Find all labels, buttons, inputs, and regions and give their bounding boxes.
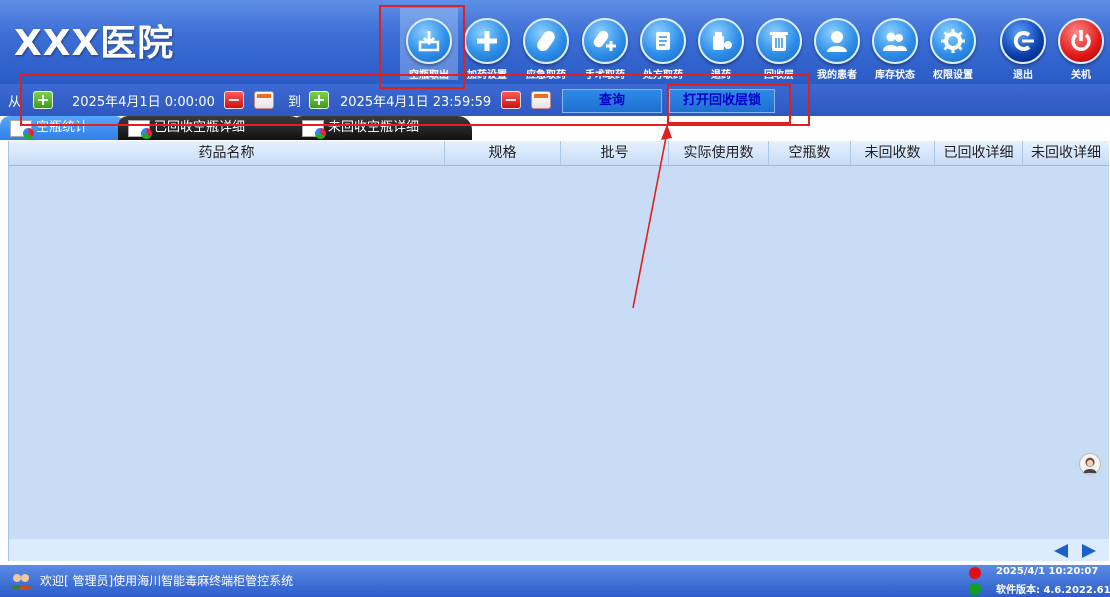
toolbar-empty-bottle-out-button[interactable]: 空瓶取出 (400, 8, 458, 81)
tab-label: 未回收空瓶详细 (328, 120, 420, 135)
triangle-right-icon (1082, 544, 1096, 558)
plus-icon (464, 18, 510, 64)
toolbar-label: 加药设置 (467, 70, 507, 81)
tab-bar: 空瓶统计 已回收空瓶详细 未回收空瓶详细 (0, 116, 1110, 140)
toolbar-label: 库存状态 (875, 70, 915, 81)
open-recycle-lock-button[interactable]: 打开回收层锁 (669, 89, 775, 113)
toolbar-label: 关机 (1071, 70, 1091, 81)
triangle-left-icon (1054, 544, 1068, 558)
toolbar-prescription-button[interactable]: 处方取药 (634, 8, 692, 81)
pill-icon (523, 18, 569, 64)
start-calendar-button[interactable] (254, 91, 274, 109)
toolbar-add-drug-button[interactable]: 加药设置 (458, 8, 516, 81)
start-datetime-field[interactable]: 2025年4月1日 0:00:00 (72, 91, 215, 110)
logout-icon (1000, 18, 1046, 64)
column-header-empty-count[interactable]: 空瓶数 (769, 141, 851, 165)
column-header-spec[interactable]: 规格 (445, 141, 561, 165)
end-decrement-button[interactable]: − (501, 90, 521, 109)
toolbar-label: 退出 (1013, 70, 1033, 81)
table-chart-icon (302, 120, 326, 139)
welcome-message: 欢迎[ 管理员]使用海川智能毒麻终端柜管控系统 (40, 574, 294, 588)
software-version: 软件版本: 4.6.2022.613 (996, 585, 1110, 596)
toolbar-permission-button[interactable]: 权限设置 (924, 8, 982, 81)
tab-recycled-details[interactable]: 已回收空瓶详细 (118, 116, 304, 140)
scroll-left-button[interactable] (1050, 542, 1072, 560)
toolbar-shutdown-button[interactable]: 关机 (1052, 8, 1110, 81)
toolbar-logout-button[interactable]: 退出 (994, 8, 1052, 81)
tray-download-icon (406, 18, 452, 64)
toolbar-my-patients-button[interactable]: 我的患者 (808, 8, 866, 81)
end-calendar-button[interactable] (531, 91, 551, 109)
hospital-title: XXX医院 (14, 23, 175, 64)
minus-icon: − (227, 90, 241, 109)
column-header-actual-use[interactable]: 实际使用数 (669, 141, 769, 165)
green-status-indicator-icon (969, 583, 981, 595)
end-increment-button[interactable]: + (309, 90, 329, 109)
users-icon (872, 18, 918, 64)
calendar-icon (534, 94, 548, 98)
assistant-avatar[interactable] (1079, 453, 1101, 475)
tab-label: 空瓶统计 (36, 120, 89, 135)
toolbar-return-drug-button[interactable]: 退药 (692, 8, 750, 81)
red-status-indicator-icon (969, 567, 981, 579)
annotation-arrow (632, 124, 672, 309)
data-grid: 药品名称 规格 批号 实际使用数 空瓶数 未回收数 已回收详细 未回收详细 (8, 141, 1109, 561)
start-increment-button[interactable]: + (33, 90, 53, 109)
toolbar-label: 手术取药 (585, 70, 625, 81)
column-header-unrecycled-detail[interactable]: 未回收详细 (1023, 141, 1109, 165)
status-datetime: 2025/4/1 10:20:07 (996, 566, 1099, 577)
calendar-icon (257, 94, 271, 98)
tab-empty-bottle-stats[interactable]: 空瓶统计 (0, 116, 128, 140)
power-icon (1058, 18, 1104, 64)
plus-icon: + (36, 90, 50, 109)
start-decrement-button[interactable]: − (224, 90, 244, 109)
toolbar-label: 回收层 (764, 70, 794, 81)
user-icon (814, 18, 860, 64)
toolbar-label: 处方取药 (643, 70, 683, 81)
person-face-icon (1083, 457, 1097, 474)
plus-icon: + (312, 90, 326, 109)
toolbar-emergency-button[interactable]: 应急取药 (517, 8, 575, 81)
tab-label: 已回收空瓶详细 (154, 120, 246, 135)
trash-icon (756, 18, 802, 64)
toolbar-surgery-button[interactable]: 手术取药 (576, 8, 634, 81)
table-chart-icon (10, 120, 34, 139)
table-chart-icon (128, 120, 152, 139)
minus-icon: − (504, 90, 518, 109)
toolbar-label: 空瓶取出 (409, 70, 449, 81)
date-filter-bar: 从 + 2025年4月1日 0:00:00 − 到 + 2025年4月1日 23… (0, 84, 1110, 116)
scroll-icon (640, 18, 686, 64)
toolbar-label: 我的患者 (817, 70, 857, 81)
tab-unrecycled-details[interactable]: 未回收空瓶详细 (292, 116, 472, 140)
scroll-right-button[interactable] (1078, 542, 1100, 560)
column-header-recycled-detail[interactable]: 已回收详细 (935, 141, 1023, 165)
user-group-icon (11, 574, 31, 590)
pill-plus-icon (582, 18, 628, 64)
toolbar-recycle-layer-button[interactable]: 回收层 (750, 8, 808, 81)
toolbar-label: 应急取药 (526, 70, 566, 81)
end-datetime-field[interactable]: 2025年4月1日 23:59:59 (340, 91, 491, 110)
column-header-drug-name[interactable]: 药品名称 (9, 141, 445, 165)
query-button[interactable]: 查询 (562, 89, 662, 113)
header-bar: XXX医院 空瓶取出 加药设置 应急取药 手术取药 处方取药 退药 回收层 我的… (0, 0, 1110, 84)
bottle-icon (698, 18, 744, 64)
toolbar-label: 权限设置 (933, 70, 973, 81)
horizontal-scroll-area[interactable] (9, 539, 1109, 561)
status-bar: 欢迎[ 管理员]使用海川智能毒麻终端柜管控系统 2025/4/1 10:20:0… (0, 565, 1110, 597)
toolbar-label: 退药 (711, 70, 731, 81)
gear-icon (930, 18, 976, 64)
from-label: 从 (8, 95, 22, 110)
column-header-unrecycled-count[interactable]: 未回收数 (851, 141, 935, 165)
table-header: 药品名称 规格 批号 实际使用数 空瓶数 未回收数 已回收详细 未回收详细 (9, 141, 1109, 166)
to-label: 到 (288, 95, 302, 110)
toolbar-inventory-button[interactable]: 库存状态 (866, 8, 924, 81)
